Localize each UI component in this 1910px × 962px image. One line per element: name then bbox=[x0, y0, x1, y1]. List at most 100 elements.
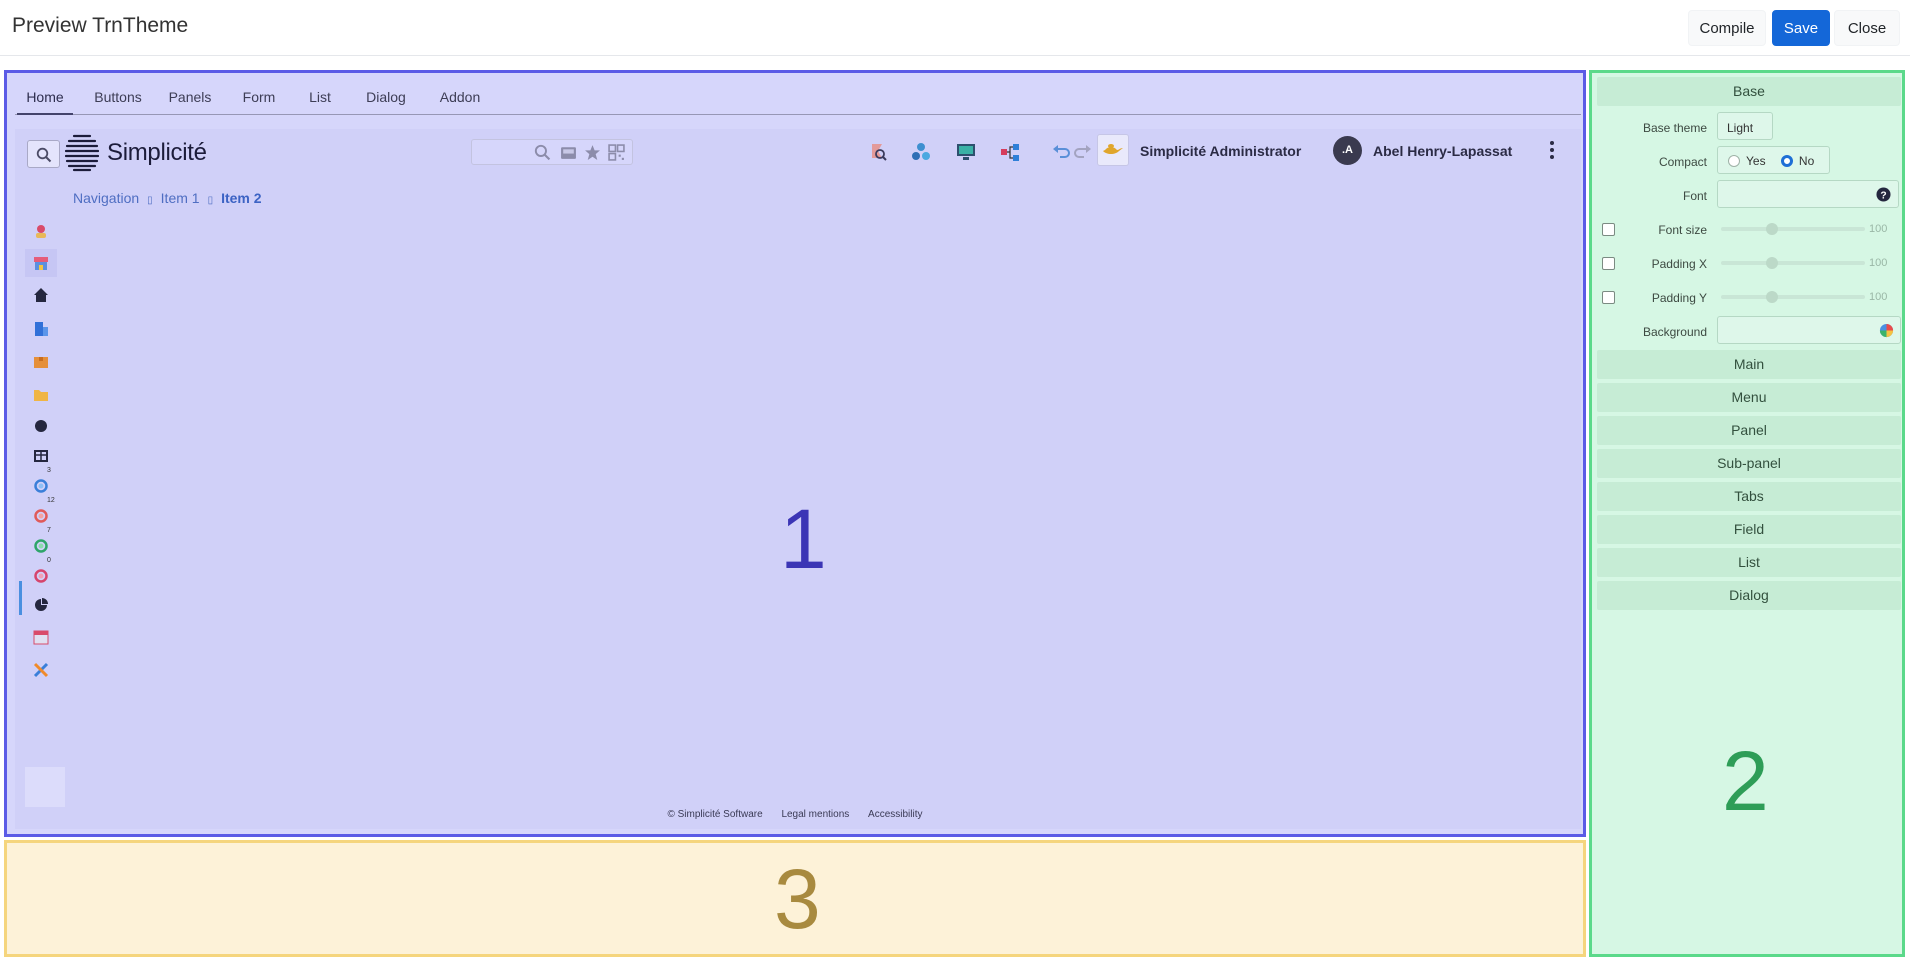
section-dialog[interactable]: Dialog bbox=[1597, 581, 1901, 610]
more-menu-icon[interactable] bbox=[1545, 139, 1559, 161]
padding-y-label: Padding Y bbox=[1651, 291, 1707, 305]
genie-lamp-icon bbox=[1103, 144, 1123, 154]
font-size-slider[interactable] bbox=[1721, 223, 1865, 235]
sidebar-item-tools[interactable] bbox=[25, 656, 57, 684]
section-main[interactable]: Main bbox=[1597, 350, 1901, 379]
zone-1-label: 1 bbox=[780, 492, 827, 586]
svg-text:?: ? bbox=[1880, 190, 1886, 201]
padding-x-label: Padding X bbox=[1651, 257, 1707, 271]
calendar-icon bbox=[33, 630, 49, 645]
sidebar-item-store[interactable] bbox=[25, 249, 57, 277]
admin-avatar[interactable] bbox=[1097, 134, 1129, 166]
sidebar-item-folder[interactable] bbox=[25, 381, 57, 409]
molecule-icon[interactable] bbox=[910, 141, 932, 163]
compact-no-radio[interactable] bbox=[1780, 155, 1793, 167]
star-icon[interactable] bbox=[584, 144, 601, 161]
font-size-label: Font size bbox=[1658, 223, 1707, 237]
app-footer: © Simplicité Software Legal mentions Acc… bbox=[7, 809, 1583, 820]
slider-knob[interactable] bbox=[1766, 223, 1778, 235]
tab-home[interactable]: Home bbox=[17, 79, 73, 115]
badge-pink-icon bbox=[34, 569, 48, 583]
global-search-input[interactable] bbox=[471, 139, 633, 165]
tab-addon[interactable]: Addon bbox=[427, 79, 493, 115]
home-icon bbox=[34, 288, 48, 302]
footer-copyright: © Simplicité Software bbox=[667, 809, 763, 820]
breadcrumb-navigation[interactable]: Navigation bbox=[73, 190, 139, 206]
sidebar-item-badge-green[interactable]: 7 bbox=[25, 527, 57, 559]
sidebar-item-home[interactable] bbox=[25, 281, 57, 309]
top-bar: Preview TrnTheme Compile Save Close bbox=[0, 0, 1910, 56]
sidebar-bottom-panel bbox=[25, 767, 65, 807]
box-icon bbox=[34, 357, 48, 368]
sidebar-item-calendar[interactable] bbox=[25, 623, 57, 651]
redo-icon[interactable] bbox=[1071, 141, 1093, 163]
tools-icon bbox=[33, 662, 49, 678]
compact-yes-label[interactable]: Yes bbox=[1746, 154, 1766, 168]
monitor-icon[interactable] bbox=[955, 141, 977, 163]
font-input[interactable] bbox=[1717, 180, 1899, 208]
base-theme-select[interactable]: Light bbox=[1717, 112, 1773, 140]
sidebar-item-building[interactable] bbox=[25, 315, 57, 343]
tab-list[interactable]: List bbox=[295, 79, 345, 115]
user-name[interactable]: Abel Henry-Lapassat bbox=[1373, 143, 1512, 159]
section-list[interactable]: List bbox=[1597, 548, 1901, 577]
user-avatar[interactable]: .A bbox=[1333, 136, 1362, 165]
section-menu[interactable]: Menu bbox=[1597, 383, 1901, 412]
padding-y-value: 100 bbox=[1869, 291, 1888, 303]
footer-accessibility-link[interactable]: Accessibility bbox=[868, 809, 922, 820]
hourglass-search-icon[interactable] bbox=[867, 141, 889, 163]
font-label: Font bbox=[1682, 189, 1707, 203]
search-icon[interactable] bbox=[534, 144, 551, 161]
section-tabs[interactable]: Tabs bbox=[1597, 482, 1901, 511]
menu-search-button[interactable] bbox=[27, 140, 60, 168]
folder-icon bbox=[34, 390, 48, 401]
app-preview: Simplicité Simplicité Administrator .A A… bbox=[15, 129, 1581, 829]
admin-name[interactable]: Simplicité Administrator bbox=[1140, 143, 1301, 159]
preview-zone: Home Buttons Panels Form List Dialog Add… bbox=[4, 70, 1586, 837]
color-picker-icon[interactable] bbox=[1879, 323, 1894, 338]
undo-icon[interactable] bbox=[1051, 141, 1073, 163]
sidebar-item-badge-pink[interactable]: 0 bbox=[25, 557, 57, 589]
padding-y-slider[interactable] bbox=[1721, 291, 1865, 303]
section-field[interactable]: Field bbox=[1597, 515, 1901, 544]
qrcode-icon[interactable] bbox=[608, 144, 625, 161]
compile-button[interactable]: Compile bbox=[1688, 10, 1766, 46]
save-button[interactable]: Save bbox=[1772, 10, 1830, 46]
circle-icon bbox=[35, 420, 47, 432]
font-size-value: 100 bbox=[1869, 223, 1888, 235]
close-button[interactable]: Close bbox=[1834, 10, 1900, 46]
preview-tabs: Home Buttons Panels Form List Dialog Add… bbox=[15, 79, 1581, 115]
tab-dialog[interactable]: Dialog bbox=[351, 79, 421, 115]
slider-knob[interactable] bbox=[1766, 291, 1778, 303]
sidebar-item-table[interactable] bbox=[25, 442, 57, 470]
base-theme-label: Base theme bbox=[1642, 121, 1707, 135]
tab-panels[interactable]: Panels bbox=[157, 79, 223, 115]
store-icon bbox=[34, 257, 48, 270]
compact-label: Compact bbox=[1658, 155, 1707, 169]
background-input[interactable] bbox=[1717, 316, 1901, 344]
counter-badge: 0 bbox=[47, 557, 51, 564]
sidebar-item-badge-red[interactable]: 12 bbox=[25, 497, 57, 529]
inbox-icon[interactable] bbox=[560, 144, 577, 161]
tab-form[interactable]: Form bbox=[229, 79, 289, 115]
compact-no-label[interactable]: No bbox=[1799, 154, 1814, 168]
section-sub-panel[interactable]: Sub-panel bbox=[1597, 449, 1901, 478]
sidebar-item-pie-chart[interactable] bbox=[25, 591, 57, 619]
sidebar-item-user[interactable] bbox=[25, 217, 57, 245]
workflow-icon[interactable] bbox=[999, 141, 1021, 163]
padding-x-slider[interactable] bbox=[1721, 257, 1865, 269]
badge-blue-icon bbox=[34, 479, 48, 493]
section-base[interactable]: Base bbox=[1597, 77, 1901, 106]
sidebar-item-box[interactable] bbox=[25, 348, 57, 376]
badge-red-icon bbox=[34, 509, 48, 523]
sidebar-item-badge-blue[interactable]: 3 bbox=[25, 467, 57, 499]
breadcrumb-item-1[interactable]: Item 1 bbox=[161, 190, 200, 206]
section-panel[interactable]: Panel bbox=[1597, 416, 1901, 445]
help-icon[interactable]: ? bbox=[1876, 187, 1891, 202]
slider-knob[interactable] bbox=[1766, 257, 1778, 269]
compact-yes-radio[interactable] bbox=[1728, 155, 1740, 167]
footer-legal-link[interactable]: Legal mentions bbox=[781, 809, 849, 820]
tab-buttons[interactable]: Buttons bbox=[85, 79, 151, 115]
sidebar-item-circle[interactable] bbox=[25, 412, 57, 440]
zone-2-label: 2 bbox=[1722, 734, 1769, 828]
